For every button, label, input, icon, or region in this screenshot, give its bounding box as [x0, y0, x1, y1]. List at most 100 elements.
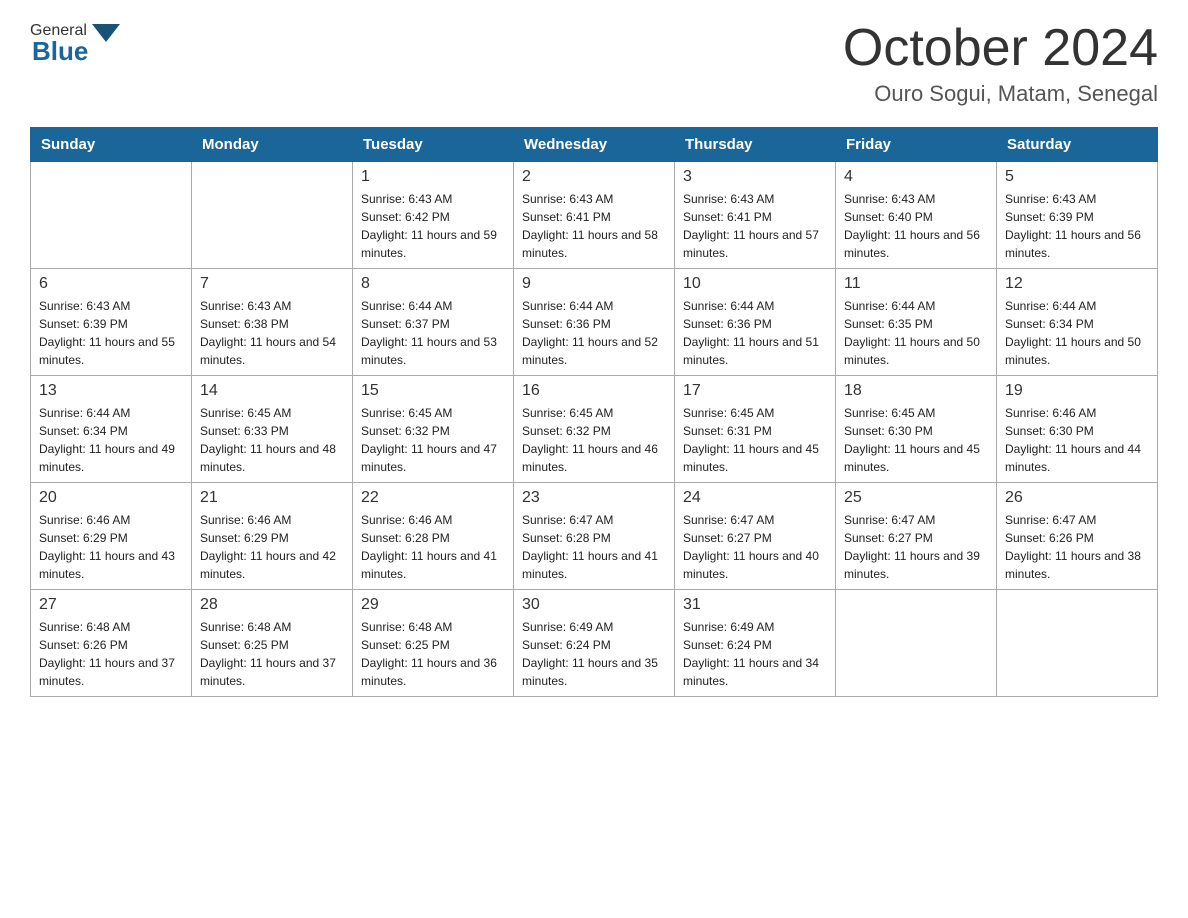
header-cell-monday: Monday	[192, 128, 353, 162]
logo: General Blue	[30, 20, 120, 67]
day-info: Sunrise: 6:43 AMSunset: 6:40 PMDaylight:…	[844, 190, 988, 262]
calendar-body: 1 Sunrise: 6:43 AMSunset: 6:42 PMDaylight…	[31, 162, 1158, 697]
day-info: Sunrise: 6:43 AMSunset: 6:42 PMDaylight:…	[361, 190, 505, 262]
day-number: 17	[683, 382, 827, 400]
day-info: Sunrise: 6:47 AMSunset: 6:27 PMDaylight:…	[683, 511, 827, 583]
day-number: 27	[39, 596, 183, 614]
day-cell: 13 Sunrise: 6:44 AMSunset: 6:34 PMDayligh…	[31, 376, 192, 483]
day-info: Sunrise: 6:45 AMSunset: 6:30 PMDaylight:…	[844, 404, 988, 476]
day-cell: 4 Sunrise: 6:43 AMSunset: 6:40 PMDaylight…	[836, 162, 997, 269]
day-cell: 28Sunrise: 6:48 AMSunset: 6:25 PMDayligh…	[192, 590, 353, 697]
day-info: Sunrise: 6:44 AMSunset: 6:36 PMDaylight:…	[522, 297, 666, 369]
day-cell: 31Sunrise: 6:49 AMSunset: 6:24 PMDayligh…	[675, 590, 836, 697]
day-info: Sunrise: 6:44 AMSunset: 6:34 PMDaylight:…	[39, 404, 183, 476]
header-cell-thursday: Thursday	[675, 128, 836, 162]
week-row-3: 13 Sunrise: 6:44 AMSunset: 6:34 PMDayligh…	[31, 376, 1158, 483]
day-info: Sunrise: 6:44 AMSunset: 6:35 PMDaylight:…	[844, 297, 988, 369]
day-number: 18	[844, 382, 988, 400]
day-info: Sunrise: 6:46 AMSunset: 6:29 PMDaylight:…	[39, 511, 183, 583]
calendar-table: SundayMondayTuesdayWednesdayThursdayFrid…	[30, 127, 1158, 697]
day-number: 20	[39, 489, 183, 507]
day-info: Sunrise: 6:45 AMSunset: 6:32 PMDaylight:…	[522, 404, 666, 476]
day-cell: 7 Sunrise: 6:43 AMSunset: 6:38 PMDaylight…	[192, 269, 353, 376]
title-block: October 2024 Ouro Sogui, Matam, Senegal	[843, 20, 1158, 107]
day-info: Sunrise: 6:47 AMSunset: 6:26 PMDaylight:…	[1005, 511, 1149, 583]
day-cell: 24Sunrise: 6:47 AMSunset: 6:27 PMDayligh…	[675, 483, 836, 590]
week-row-5: 27 Sunrise: 6:48 AMSunset: 6:26 PMDayligh…	[31, 590, 1158, 697]
page-header: General Blue October 2024 Ouro Sogui, Ma…	[30, 20, 1158, 107]
day-cell: 3 Sunrise: 6:43 AMSunset: 6:41 PMDaylight…	[675, 162, 836, 269]
day-info: Sunrise: 6:44 AMSunset: 6:36 PMDaylight:…	[683, 297, 827, 369]
day-info: Sunrise: 6:43 AMSunset: 6:39 PMDaylight:…	[39, 297, 183, 369]
logo-blue-text: Blue	[32, 36, 120, 67]
day-number: 12	[1005, 275, 1149, 293]
header-cell-tuesday: Tuesday	[353, 128, 514, 162]
day-info: Sunrise: 6:43 AMSunset: 6:41 PMDaylight:…	[522, 190, 666, 262]
day-cell: 21Sunrise: 6:46 AMSunset: 6:29 PMDayligh…	[192, 483, 353, 590]
header-cell-friday: Friday	[836, 128, 997, 162]
day-cell: 12 Sunrise: 6:44 AMSunset: 6:34 PMDayligh…	[997, 269, 1158, 376]
day-number: 4	[844, 168, 988, 186]
day-info: Sunrise: 6:49 AMSunset: 6:24 PMDaylight:…	[522, 618, 666, 690]
day-cell: 30 Sunrise: 6:49 AMSunset: 6:24 PMDayligh…	[514, 590, 675, 697]
day-number: 23	[522, 489, 666, 507]
day-number: 11	[844, 275, 988, 293]
day-number: 6	[39, 275, 183, 293]
day-number: 15	[361, 382, 505, 400]
day-info: Sunrise: 6:46 AMSunset: 6:30 PMDaylight:…	[1005, 404, 1149, 476]
day-info: Sunrise: 6:48 AMSunset: 6:25 PMDaylight:…	[361, 618, 505, 690]
day-number: 8	[361, 275, 505, 293]
day-number: 14	[200, 382, 344, 400]
day-cell: 11 Sunrise: 6:44 AMSunset: 6:35 PMDayligh…	[836, 269, 997, 376]
day-number: 10	[683, 275, 827, 293]
day-info: Sunrise: 6:47 AMSunset: 6:27 PMDaylight:…	[844, 511, 988, 583]
month-title: October 2024	[843, 20, 1158, 77]
day-cell: 5Sunrise: 6:43 AMSunset: 6:39 PMDaylight…	[997, 162, 1158, 269]
day-info: Sunrise: 6:43 AMSunset: 6:39 PMDaylight:…	[1005, 190, 1149, 262]
day-cell: 8Sunrise: 6:44 AMSunset: 6:37 PMDaylight…	[353, 269, 514, 376]
day-number: 26	[1005, 489, 1149, 507]
header-cell-sunday: Sunday	[31, 128, 192, 162]
day-number: 29	[361, 596, 505, 614]
day-cell: 29 Sunrise: 6:48 AMSunset: 6:25 PMDayligh…	[353, 590, 514, 697]
header-row: SundayMondayTuesdayWednesdayThursdayFrid…	[31, 128, 1158, 162]
location-title: Ouro Sogui, Matam, Senegal	[843, 81, 1158, 107]
day-info: Sunrise: 6:43 AMSunset: 6:41 PMDaylight:…	[683, 190, 827, 262]
day-cell: 19 Sunrise: 6:46 AMSunset: 6:30 PMDayligh…	[997, 376, 1158, 483]
day-cell: 16 Sunrise: 6:45 AMSunset: 6:32 PMDayligh…	[514, 376, 675, 483]
day-info: Sunrise: 6:49 AMSunset: 6:24 PMDaylight:…	[683, 618, 827, 690]
day-cell: 20 Sunrise: 6:46 AMSunset: 6:29 PMDayligh…	[31, 483, 192, 590]
day-number: 13	[39, 382, 183, 400]
day-cell: 14Sunrise: 6:45 AMSunset: 6:33 PMDayligh…	[192, 376, 353, 483]
day-cell: 2Sunrise: 6:43 AMSunset: 6:41 PMDaylight…	[514, 162, 675, 269]
day-cell: 25 Sunrise: 6:47 AMSunset: 6:27 PMDayligh…	[836, 483, 997, 590]
day-info: Sunrise: 6:48 AMSunset: 6:26 PMDaylight:…	[39, 618, 183, 690]
day-info: Sunrise: 6:45 AMSunset: 6:32 PMDaylight:…	[361, 404, 505, 476]
day-cell: 1 Sunrise: 6:43 AMSunset: 6:42 PMDaylight…	[353, 162, 514, 269]
week-row-4: 20 Sunrise: 6:46 AMSunset: 6:29 PMDayligh…	[31, 483, 1158, 590]
day-number: 30	[522, 596, 666, 614]
day-number: 16	[522, 382, 666, 400]
calendar-header: SundayMondayTuesdayWednesdayThursdayFrid…	[31, 128, 1158, 162]
day-info: Sunrise: 6:44 AMSunset: 6:34 PMDaylight:…	[1005, 297, 1149, 369]
week-row-1: 1 Sunrise: 6:43 AMSunset: 6:42 PMDaylight…	[31, 162, 1158, 269]
day-cell: 23 Sunrise: 6:47 AMSunset: 6:28 PMDayligh…	[514, 483, 675, 590]
day-number: 22	[361, 489, 505, 507]
day-info: Sunrise: 6:43 AMSunset: 6:38 PMDaylight:…	[200, 297, 344, 369]
day-info: Sunrise: 6:47 AMSunset: 6:28 PMDaylight:…	[522, 511, 666, 583]
day-number: 1	[361, 168, 505, 186]
day-cell	[31, 162, 192, 269]
day-cell: 6 Sunrise: 6:43 AMSunset: 6:39 PMDaylight…	[31, 269, 192, 376]
day-cell	[192, 162, 353, 269]
day-number: 3	[683, 168, 827, 186]
day-number: 19	[1005, 382, 1149, 400]
day-cell: 17Sunrise: 6:45 AMSunset: 6:31 PMDayligh…	[675, 376, 836, 483]
day-cell: 22Sunrise: 6:46 AMSunset: 6:28 PMDayligh…	[353, 483, 514, 590]
day-cell	[836, 590, 997, 697]
day-number: 28	[200, 596, 344, 614]
header-cell-saturday: Saturday	[997, 128, 1158, 162]
day-number: 21	[200, 489, 344, 507]
day-number: 25	[844, 489, 988, 507]
day-cell: 26 Sunrise: 6:47 AMSunset: 6:26 PMDayligh…	[997, 483, 1158, 590]
day-number: 7	[200, 275, 344, 293]
